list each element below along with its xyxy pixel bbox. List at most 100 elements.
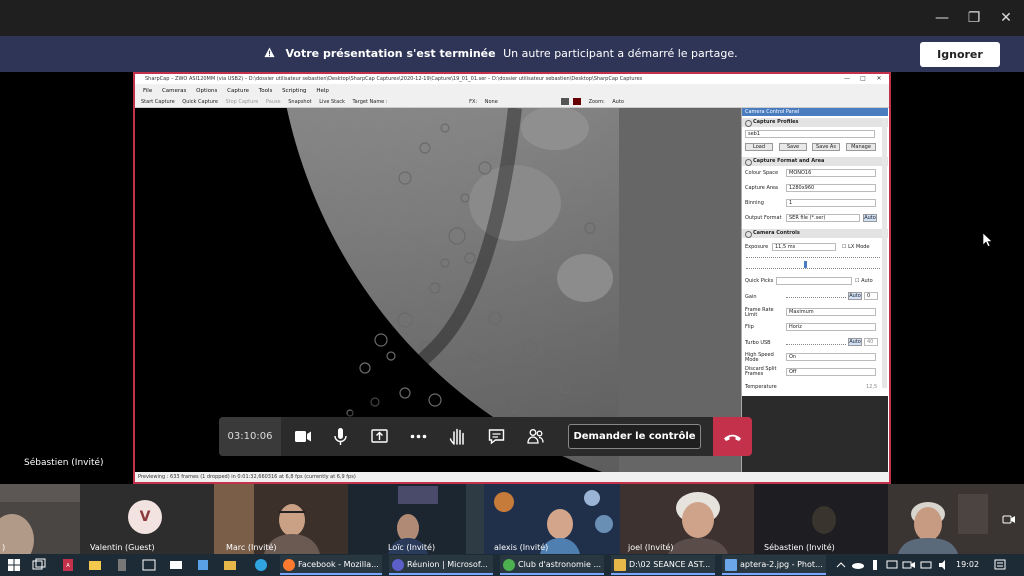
taskbar-app-photos[interactable]: aptera-2.jpg - Phot... [722, 555, 826, 575]
chevron-up-icon[interactable] [833, 557, 849, 573]
turbo-usb-input[interactable]: 40 [864, 338, 878, 346]
more-options-button[interactable] [399, 417, 438, 456]
profile-select[interactable]: seb1 [745, 130, 875, 138]
quick-picks-auto-checkbox[interactable]: ☐ Auto [855, 278, 873, 284]
taskbar-app-folder[interactable]: D:\02 SEANCE AST... [611, 555, 715, 575]
menu-scripting[interactable]: Scripting [282, 88, 306, 94]
sharpcap-minimize-button[interactable]: — [841, 74, 853, 84]
gain-auto-button[interactable]: Auto [848, 292, 862, 300]
fx-select[interactable]: None [485, 99, 498, 105]
snapshot-button[interactable]: Snapshot [288, 99, 311, 105]
capture-format-header[interactable]: Capture Format and Area [742, 157, 888, 166]
ignore-button[interactable]: Ignorer [920, 42, 1000, 67]
output-format-auto-button[interactable]: Auto [863, 214, 877, 222]
windows-start-icon[interactable] [6, 557, 22, 573]
discard-frames-select[interactable]: Off [786, 368, 876, 376]
exposure-input[interactable]: 11,5 ms [772, 243, 836, 251]
calculator-icon[interactable] [114, 557, 130, 573]
participant-tile[interactable]: joel (Invité) [620, 484, 754, 554]
high-speed-select[interactable]: On [786, 353, 876, 361]
taskbar-app-teams[interactable]: Réunion | Microsof... [389, 555, 493, 575]
gain-input[interactable]: 0 [864, 292, 878, 300]
gain-slider[interactable] [786, 297, 846, 299]
panel-scrollbar[interactable] [882, 118, 887, 388]
menu-options[interactable]: Options [196, 88, 217, 94]
close-button[interactable]: ✕ [996, 8, 1016, 28]
turbo-usb-slider[interactable] [786, 344, 846, 346]
minimize-button[interactable]: — [932, 8, 952, 28]
flip-select[interactable]: Horiz [786, 323, 876, 331]
colour-space-select[interactable]: MONO16 [786, 169, 876, 177]
capture-profiles-header[interactable]: Capture Profiles [742, 118, 888, 127]
stop-capture-button[interactable]: Stop Capture [225, 99, 258, 105]
exposure-slider-track[interactable] [746, 257, 880, 259]
participant-tile[interactable]: Sébastien (Invité) [754, 484, 888, 554]
zoom-select[interactable]: Auto [612, 99, 624, 105]
video-call-icon[interactable] [901, 557, 917, 573]
profile-save-as-button[interactable]: Save As [812, 143, 840, 151]
color-swatch-icon[interactable] [561, 98, 570, 105]
window-icon[interactable] [141, 557, 157, 573]
participant-tile[interactable] [888, 484, 1024, 554]
camera-off-icon[interactable] [1002, 510, 1016, 524]
menu-capture[interactable]: Capture [227, 88, 249, 94]
usb-icon[interactable] [867, 557, 883, 573]
quick-picks-select[interactable] [776, 277, 852, 285]
notifications-icon[interactable] [992, 557, 1008, 573]
menu-tools[interactable]: Tools [259, 88, 273, 94]
taskbar-app-firefox[interactable]: Facebook - Mozilla... [280, 555, 382, 575]
profile-load-button[interactable]: Load [745, 143, 773, 151]
hang-up-button[interactable] [713, 417, 752, 456]
participants-button[interactable] [516, 417, 555, 456]
exposure-slider-thumb[interactable] [804, 261, 807, 268]
output-format-select[interactable]: SER file (*.ser) [786, 214, 860, 222]
network-icon[interactable] [884, 557, 900, 573]
sharpcap-maximize-button[interactable]: □ [857, 74, 869, 84]
microphone-button[interactable] [321, 417, 360, 456]
folder-icon [614, 559, 626, 571]
explorer-icon[interactable] [222, 557, 238, 573]
raise-hand-button[interactable] [438, 417, 477, 456]
firefox-icon [283, 559, 295, 571]
turbo-auto-button[interactable]: Auto [848, 338, 862, 346]
volume-icon[interactable] [936, 557, 952, 573]
folder-yellow-icon[interactable] [87, 557, 103, 573]
pause-button[interactable]: Pause [266, 99, 281, 105]
camera-button[interactable] [283, 417, 322, 456]
live-stack-button[interactable]: Live Stack [319, 99, 345, 105]
exposure-fine-slider[interactable] [746, 268, 880, 270]
grid-app-icon[interactable] [195, 557, 211, 573]
color-swatch-red-icon[interactable] [572, 98, 581, 105]
request-control-button[interactable]: Demander le contrôle [568, 424, 701, 449]
sharpcap-close-button[interactable]: ✕ [873, 74, 885, 84]
lx-mode-checkbox[interactable]: ☐ LX Mode [842, 244, 870, 250]
share-screen-button[interactable] [360, 417, 399, 456]
profile-save-button[interactable]: Save [779, 143, 807, 151]
mail-icon[interactable] [168, 557, 184, 573]
profile-manage-button[interactable]: Manage [846, 143, 876, 151]
camera-controls-header[interactable]: Camera Controls [742, 229, 888, 238]
binning-select[interactable]: 1 [786, 199, 876, 207]
pdf-icon[interactable]: A [60, 557, 76, 573]
battery-icon[interactable] [918, 557, 934, 573]
quick-capture-button[interactable]: Quick Capture [182, 99, 218, 105]
start-capture-button[interactable]: Start Capture [141, 99, 175, 105]
participant-tile[interactable]: ) [0, 484, 80, 554]
participant-tile[interactable]: V Valentin (Guest) [80, 484, 214, 554]
restore-button[interactable]: ❐ [964, 8, 984, 28]
task-view-icon[interactable] [31, 557, 47, 573]
capture-area-select[interactable]: 1280x960 [786, 184, 876, 192]
participant-tile[interactable]: Loïc (Invité) [348, 484, 484, 554]
onedrive-icon[interactable] [850, 557, 866, 573]
participant-tile[interactable]: Marc (Invité) [214, 484, 348, 554]
menu-file[interactable]: File [143, 88, 152, 94]
taskbar-clock[interactable]: 19:02 [956, 554, 979, 576]
participant-tile[interactable]: alexis (Invité) [484, 484, 620, 554]
taskbar-app-chrome[interactable]: Club d'astronomie ... [500, 555, 604, 575]
window-title-bar: — ❐ ✕ [0, 0, 1024, 36]
chat-button[interactable] [477, 417, 516, 456]
edge-icon[interactable] [253, 557, 269, 573]
frame-rate-select[interactable]: Maximum [786, 308, 876, 316]
menu-help[interactable]: Help [316, 88, 329, 94]
menu-cameras[interactable]: Cameras [162, 88, 186, 94]
